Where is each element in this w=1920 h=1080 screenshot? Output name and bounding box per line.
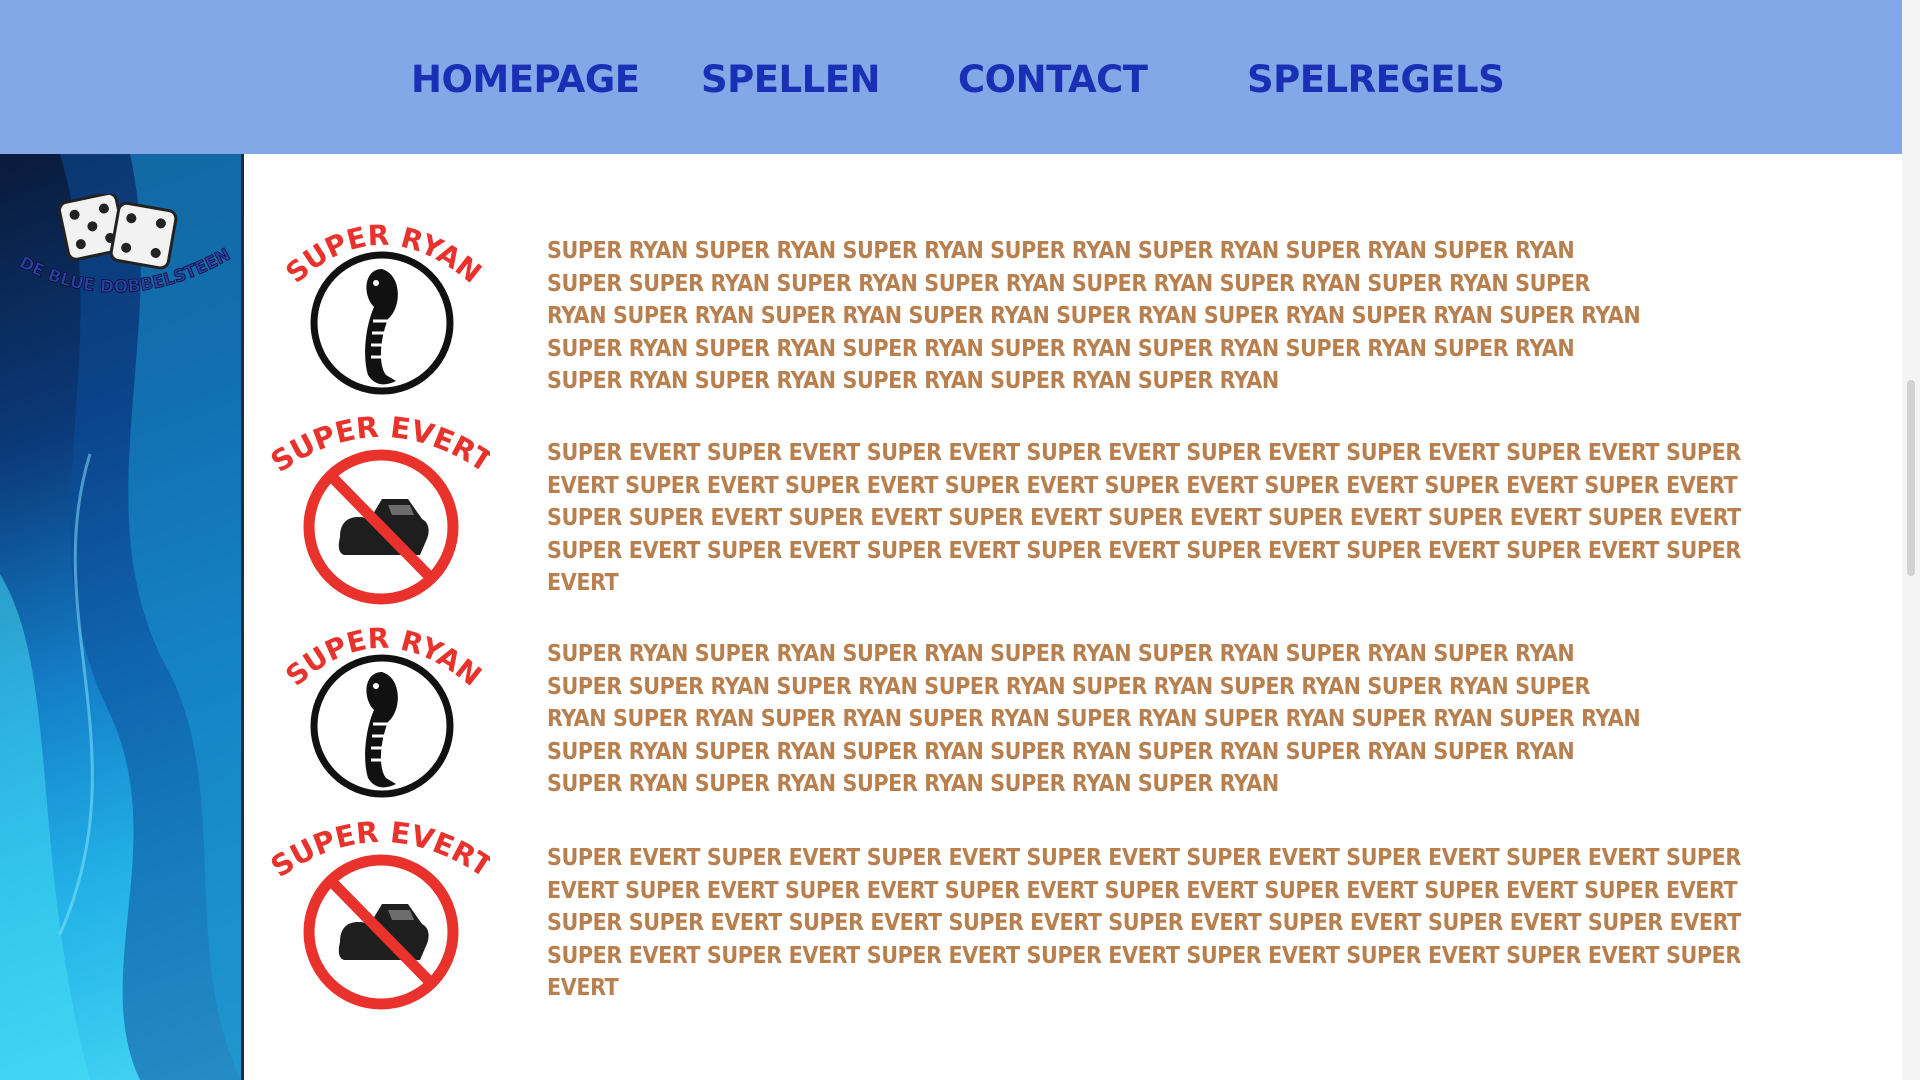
nav-link-spellen[interactable]: SPELLEN [701, 58, 880, 101]
sidebar-divider [241, 154, 244, 1080]
paragraph-text: SUPER RYAN SUPER RYAN SUPER RYAN SUPER R… [547, 238, 1641, 394]
site-logo[interactable]: DE BLUE DOBBELSTEEN [8, 191, 240, 314]
paragraph-text: SUPER EVERT SUPER EVERT SUPER EVERT SUPE… [547, 845, 1741, 1001]
nav-link-spelregels[interactable]: SPELREGELS [1247, 58, 1505, 101]
no-boot-icon: SUPER EVERT [265, 815, 499, 1010]
badge-super-ryan: SUPER RYAN [270, 215, 490, 405]
badge-super-evert: SUPER EVERT [265, 815, 499, 1010]
scrollbar[interactable] [1902, 0, 1920, 1080]
paragraph-text: SUPER EVERT SUPER EVERT SUPER EVERT SUPE… [547, 440, 1741, 596]
cobra-icon: SUPER RYAN [279, 219, 488, 395]
top-navigation-bar: HOMEPAGE SPELLEN CONTACT SPELREGELS [0, 0, 1902, 154]
scrollbar-thumb[interactable] [1907, 380, 1915, 576]
nav-link-contact[interactable]: CONTACT [958, 58, 1148, 101]
sidebar-background: DE BLUE DOBBELSTEEN [0, 154, 241, 1080]
badge-super-evert: SUPER EVERT [265, 410, 499, 605]
paragraph-text: SUPER RYAN SUPER RYAN SUPER RYAN SUPER R… [547, 641, 1641, 797]
badge-super-ryan: SUPER RYAN [270, 618, 490, 808]
cobra-icon: SUPER RYAN [279, 622, 488, 798]
dice-logo-icon: DE BLUE DOBBELSTEEN [15, 191, 234, 298]
no-boot-icon: SUPER EVERT [265, 410, 499, 605]
nav-link-homepage[interactable]: HOMEPAGE [411, 58, 640, 101]
